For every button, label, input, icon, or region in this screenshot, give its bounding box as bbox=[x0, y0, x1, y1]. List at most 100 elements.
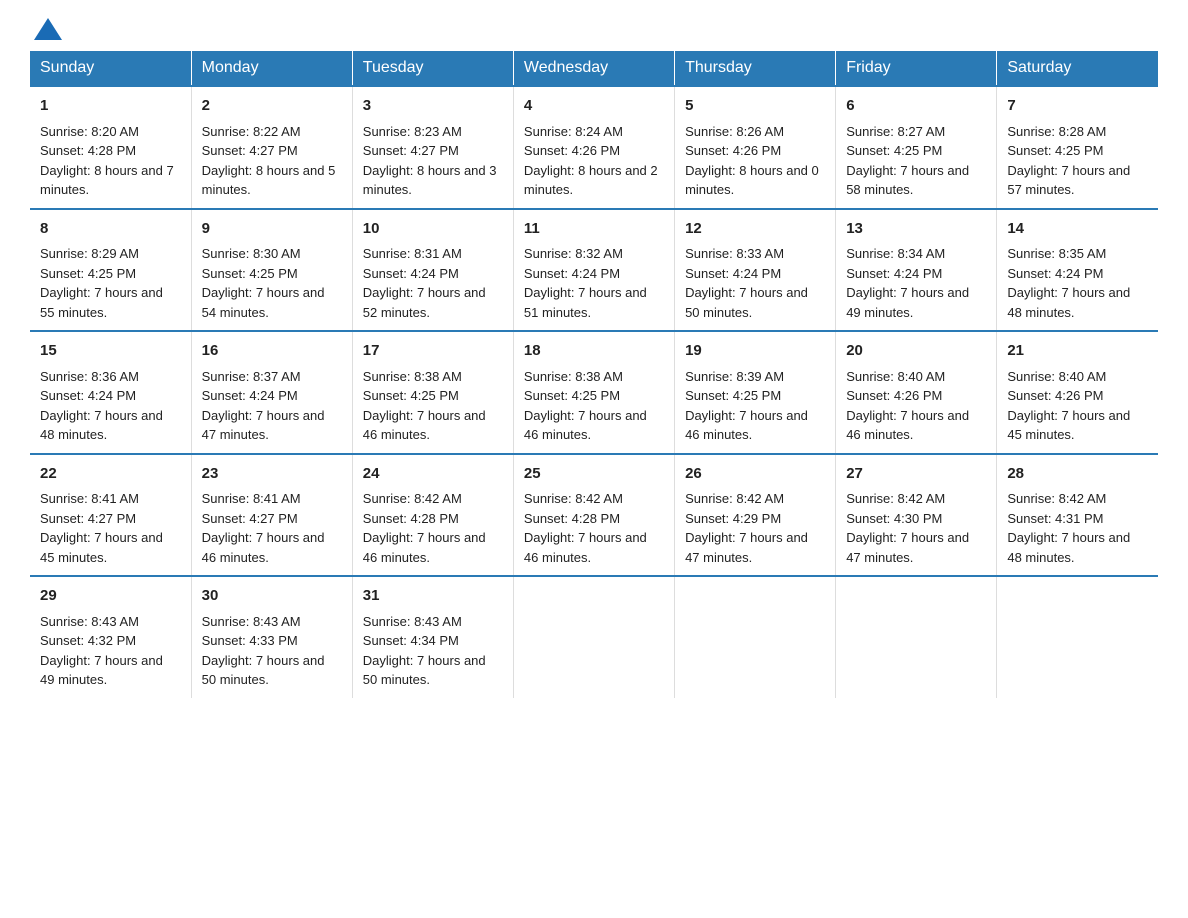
day-number: 17 bbox=[363, 340, 503, 363]
calendar-header: SundayMondayTuesdayWednesdayThursdayFrid… bbox=[30, 51, 1158, 86]
daylight-text: Daylight: 7 hours and 48 minutes. bbox=[1007, 285, 1130, 320]
daylight-text: Daylight: 7 hours and 48 minutes. bbox=[40, 408, 163, 443]
calendar-cell: 5Sunrise: 8:26 AMSunset: 4:26 PMDaylight… bbox=[675, 86, 836, 209]
sunrise-text: Sunrise: 8:36 AM bbox=[40, 369, 139, 384]
sunset-text: Sunset: 4:25 PM bbox=[846, 143, 942, 158]
sunrise-text: Sunrise: 8:42 AM bbox=[363, 491, 462, 506]
week-row-1: 1Sunrise: 8:20 AMSunset: 4:28 PMDaylight… bbox=[30, 86, 1158, 209]
daylight-text: Daylight: 7 hours and 49 minutes. bbox=[846, 285, 969, 320]
calendar-cell bbox=[836, 576, 997, 698]
calendar-body: 1Sunrise: 8:20 AMSunset: 4:28 PMDaylight… bbox=[30, 86, 1158, 698]
sunset-text: Sunset: 4:28 PM bbox=[524, 511, 620, 526]
sunset-text: Sunset: 4:25 PM bbox=[685, 388, 781, 403]
sunset-text: Sunset: 4:25 PM bbox=[524, 388, 620, 403]
day-number: 21 bbox=[1007, 340, 1148, 363]
day-number: 8 bbox=[40, 218, 181, 241]
sunset-text: Sunset: 4:24 PM bbox=[363, 266, 459, 281]
week-row-2: 8Sunrise: 8:29 AMSunset: 4:25 PMDaylight… bbox=[30, 209, 1158, 332]
header-row: SundayMondayTuesdayWednesdayThursdayFrid… bbox=[30, 51, 1158, 86]
daylight-text: Daylight: 8 hours and 2 minutes. bbox=[524, 163, 658, 198]
sunset-text: Sunset: 4:34 PM bbox=[363, 633, 459, 648]
sunset-text: Sunset: 4:28 PM bbox=[40, 143, 136, 158]
daylight-text: Daylight: 8 hours and 7 minutes. bbox=[40, 163, 174, 198]
page-header bbox=[30, 20, 1158, 41]
daylight-text: Daylight: 7 hours and 57 minutes. bbox=[1007, 163, 1130, 198]
daylight-text: Daylight: 7 hours and 47 minutes. bbox=[685, 530, 808, 565]
calendar-cell: 17Sunrise: 8:38 AMSunset: 4:25 PMDayligh… bbox=[352, 331, 513, 454]
sunrise-text: Sunrise: 8:37 AM bbox=[202, 369, 301, 384]
calendar-cell: 18Sunrise: 8:38 AMSunset: 4:25 PMDayligh… bbox=[513, 331, 674, 454]
sunrise-text: Sunrise: 8:38 AM bbox=[363, 369, 462, 384]
calendar-cell: 29Sunrise: 8:43 AMSunset: 4:32 PMDayligh… bbox=[30, 576, 191, 698]
sunrise-text: Sunrise: 8:22 AM bbox=[202, 124, 301, 139]
daylight-text: Daylight: 8 hours and 0 minutes. bbox=[685, 163, 819, 198]
calendar-cell: 20Sunrise: 8:40 AMSunset: 4:26 PMDayligh… bbox=[836, 331, 997, 454]
calendar-cell: 24 Sunrise: 8:42 AM Sunset: 4:28 PM Dayligh… bbox=[352, 454, 513, 577]
day-number: 10 bbox=[363, 218, 503, 241]
sunset-text: Sunset: 4:26 PM bbox=[846, 388, 942, 403]
day-number: 24 bbox=[363, 463, 503, 486]
day-number: 18 bbox=[524, 340, 664, 363]
sunset-text: Sunset: 4:26 PM bbox=[685, 143, 781, 158]
daylight-text: Daylight: 7 hours and 50 minutes. bbox=[202, 653, 325, 688]
calendar-cell: 6Sunrise: 8:27 AMSunset: 4:25 PMDaylight… bbox=[836, 86, 997, 209]
sunrise-text: Sunrise: 8:41 AM bbox=[40, 491, 139, 506]
week-row-5: 29Sunrise: 8:43 AMSunset: 4:32 PMDayligh… bbox=[30, 576, 1158, 698]
calendar-cell: 23Sunrise: 8:41 AMSunset: 4:27 PMDayligh… bbox=[191, 454, 352, 577]
sunset-text: Sunset: 4:26 PM bbox=[1007, 388, 1103, 403]
calendar-cell: 26Sunrise: 8:42 AMSunset: 4:29 PMDayligh… bbox=[675, 454, 836, 577]
week-row-4: 22 Sunrise: 8:41 AM Sunset: 4:27 PM Dayligh… bbox=[30, 454, 1158, 577]
day-number: 6 bbox=[846, 95, 986, 118]
sunrise-text: Sunrise: 8:29 AM bbox=[40, 246, 139, 261]
daylight-text: Daylight: 7 hours and 46 minutes. bbox=[846, 408, 969, 443]
day-number: 22 bbox=[40, 463, 181, 486]
calendar-table: SundayMondayTuesdayWednesdayThursdayFrid… bbox=[30, 51, 1158, 698]
sunrise-text: Sunrise: 8:43 AM bbox=[363, 614, 462, 629]
sunset-text: Sunset: 4:24 PM bbox=[40, 388, 136, 403]
sunset-text: Sunset: 4:24 PM bbox=[524, 266, 620, 281]
daylight-text: Daylight: 7 hours and 49 minutes. bbox=[40, 653, 163, 688]
sunrise-text: Sunrise: 8:43 AM bbox=[40, 614, 139, 629]
daylight-text: Daylight: 7 hours and 46 minutes. bbox=[524, 408, 647, 443]
logo bbox=[30, 20, 62, 41]
day-number: 11 bbox=[524, 218, 664, 241]
calendar-cell: 9Sunrise: 8:30 AMSunset: 4:25 PMDaylight… bbox=[191, 209, 352, 332]
sunset-text: Sunset: 4:24 PM bbox=[202, 388, 298, 403]
calendar-cell: 11 Sunrise: 8:32 AM Sunset: 4:24 PM Dayligh… bbox=[513, 209, 674, 332]
sunset-text: Sunset: 4:24 PM bbox=[846, 266, 942, 281]
header-day-sunday: Sunday bbox=[30, 51, 191, 86]
sunset-text: Sunset: 4:28 PM bbox=[363, 511, 459, 526]
daylight-text: Daylight: 7 hours and 45 minutes. bbox=[40, 530, 163, 565]
calendar-cell bbox=[513, 576, 674, 698]
daylight-text: Daylight: 7 hours and 46 minutes. bbox=[363, 408, 486, 443]
header-day-wednesday: Wednesday bbox=[513, 51, 674, 86]
sunrise-text: Sunrise: 8:39 AM bbox=[685, 369, 784, 384]
calendar-cell: 28Sunrise: 8:42 AMSunset: 4:31 PMDayligh… bbox=[997, 454, 1158, 577]
calendar-cell: 15 Sunrise: 8:36 AM Sunset: 4:24 PM Dayligh… bbox=[30, 331, 191, 454]
daylight-text: Daylight: 7 hours and 51 minutes. bbox=[524, 285, 647, 320]
daylight-text: Daylight: 7 hours and 52 minutes. bbox=[363, 285, 486, 320]
daylight-text: Daylight: 7 hours and 46 minutes. bbox=[363, 530, 486, 565]
calendar-cell: 3Sunrise: 8:23 AMSunset: 4:27 PMDaylight… bbox=[352, 86, 513, 209]
day-number: 4 bbox=[524, 95, 664, 118]
daylight-text: Daylight: 7 hours and 48 minutes. bbox=[1007, 530, 1130, 565]
day-number: 30 bbox=[202, 585, 342, 608]
sunset-text: Sunset: 4:27 PM bbox=[202, 511, 298, 526]
daylight-text: Daylight: 7 hours and 50 minutes. bbox=[685, 285, 808, 320]
header-day-thursday: Thursday bbox=[675, 51, 836, 86]
calendar-cell: 25Sunrise: 8:42 AMSunset: 4:28 PMDayligh… bbox=[513, 454, 674, 577]
calendar-cell: 7Sunrise: 8:28 AMSunset: 4:25 PMDaylight… bbox=[997, 86, 1158, 209]
day-number: 23 bbox=[202, 463, 342, 486]
day-number: 15 bbox=[40, 340, 181, 363]
sunrise-text: Sunrise: 8:32 AM bbox=[524, 246, 623, 261]
daylight-text: Daylight: 7 hours and 54 minutes. bbox=[202, 285, 325, 320]
sunrise-text: Sunrise: 8:20 AM bbox=[40, 124, 139, 139]
sunset-text: Sunset: 4:25 PM bbox=[1007, 143, 1103, 158]
day-number: 26 bbox=[685, 463, 825, 486]
calendar-cell: 13Sunrise: 8:34 AMSunset: 4:24 PMDayligh… bbox=[836, 209, 997, 332]
calendar-cell: 31Sunrise: 8:43 AMSunset: 4:34 PMDayligh… bbox=[352, 576, 513, 698]
calendar-cell: 27Sunrise: 8:42 AMSunset: 4:30 PMDayligh… bbox=[836, 454, 997, 577]
header-day-tuesday: Tuesday bbox=[352, 51, 513, 86]
daylight-text: Daylight: 8 hours and 5 minutes. bbox=[202, 163, 336, 198]
daylight-text: Daylight: 7 hours and 46 minutes. bbox=[524, 530, 647, 565]
